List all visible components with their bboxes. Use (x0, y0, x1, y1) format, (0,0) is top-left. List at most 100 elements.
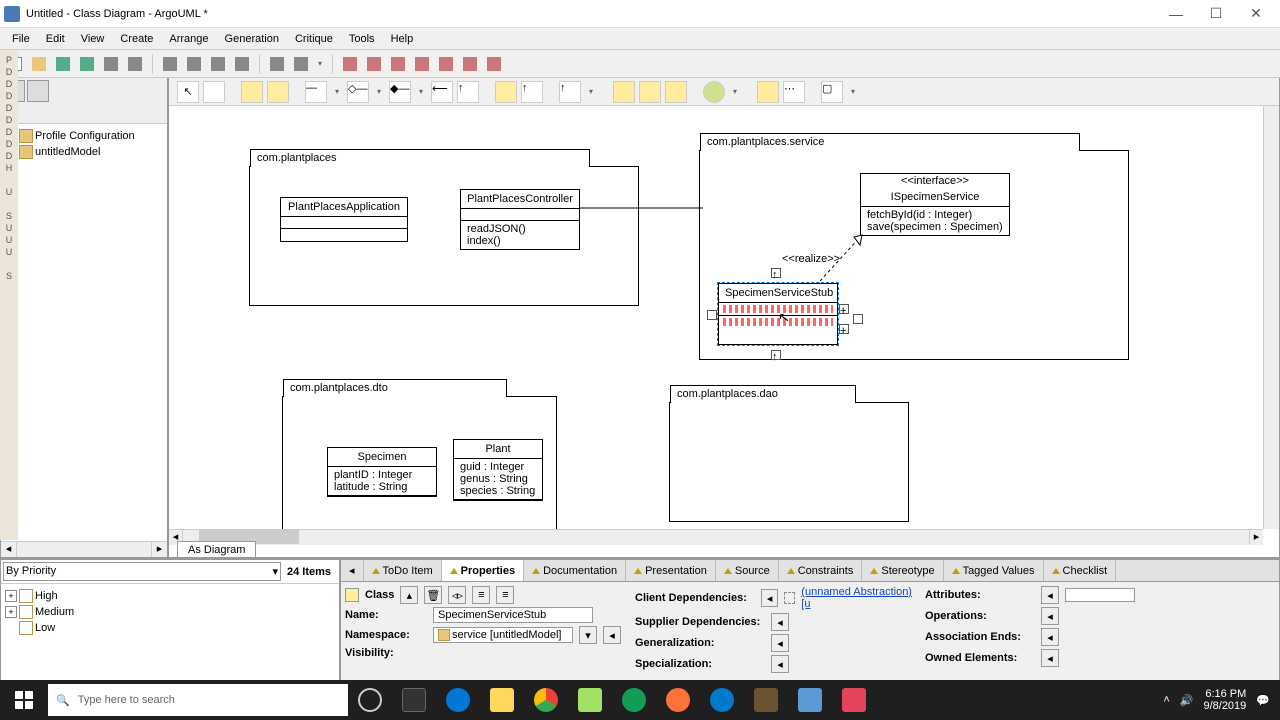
scrollbar-vertical[interactable] (1263, 106, 1279, 529)
app-vscode[interactable] (700, 680, 744, 720)
diagram-deploy-button[interactable] (459, 53, 481, 75)
tray-expand-icon[interactable]: ˄ (1163, 694, 1169, 706)
attr-tool[interactable] (613, 81, 635, 103)
uml-class-plant[interactable]: Plant guid : Integer genus : String spec… (453, 439, 543, 501)
diagram-collab-button[interactable] (435, 53, 457, 75)
rect-tool[interactable]: ▢ (821, 81, 843, 103)
uml-class-specimen[interactable]: Specimen plantID : Integer latitude : St… (327, 447, 437, 497)
resize-handle[interactable] (707, 310, 717, 320)
namespace-drop[interactable]: ▾ (579, 626, 597, 644)
nav-button[interactable]: ◂ (1041, 649, 1059, 667)
tab-stereotype[interactable]: Stereotype (862, 560, 943, 581)
tab-nav-left[interactable]: ◂ (341, 560, 364, 581)
menu-arrange[interactable]: Arrange (161, 31, 216, 47)
name-input[interactable] (433, 607, 593, 623)
client-dep-link[interactable]: (unnamed Abstraction) [u (801, 586, 915, 610)
delete-button[interactable]: 🗑 (424, 586, 442, 604)
nav-button[interactable]: ◂ (1041, 586, 1059, 604)
datatype-tool[interactable] (703, 81, 725, 103)
tree-item-profile[interactable]: + Profile Configuration (5, 128, 163, 144)
nav-button[interactable]: ◂ (1041, 607, 1059, 625)
tab-source[interactable]: Source (716, 560, 779, 581)
zoom-dropdown[interactable] (314, 59, 326, 68)
uml-package-service[interactable]: com.plantplaces.service <<interface>> IS… (699, 150, 1129, 360)
namespace-select[interactable]: service [untitledModel] (433, 627, 573, 643)
app-chrome[interactable] (524, 680, 568, 720)
find-button[interactable] (266, 53, 288, 75)
uml-class-plantplacesapplication[interactable]: PlantPlacesApplication (280, 197, 408, 242)
menu-edit[interactable]: Edit (38, 31, 73, 47)
attr-button[interactable]: ≡ (472, 586, 490, 604)
menu-help[interactable]: Help (383, 31, 422, 47)
op-tool[interactable] (639, 81, 661, 103)
app-recorder[interactable] (832, 680, 876, 720)
aggr-tool[interactable]: ◇— (347, 81, 369, 103)
tab-documentation[interactable]: Documentation (524, 560, 626, 581)
comp-drop[interactable] (415, 87, 427, 96)
rect-drop[interactable] (847, 87, 859, 96)
resize-handle[interactable] (853, 314, 863, 324)
tab-tagged[interactable]: Tagged Values (944, 560, 1044, 581)
scrollbar-horizontal[interactable]: ◂ ▸ (169, 529, 1263, 545)
priority-dropdown[interactable]: By Priority▾ (3, 562, 281, 581)
nav-button[interactable]: ◂ (771, 634, 789, 652)
class-tool[interactable] (267, 81, 289, 103)
nav-button[interactable]: ◂ (1041, 628, 1059, 646)
print-button[interactable] (124, 53, 146, 75)
broom-tool[interactable] (203, 81, 225, 103)
comp-tool[interactable]: ◆— (389, 81, 411, 103)
diagram-canvas[interactable]: com.plantplaces PlantPlacesApplication P… (169, 106, 1263, 529)
app-explorer[interactable] (480, 680, 524, 720)
realize-tool[interactable]: ↑ (521, 81, 543, 103)
priority-medium[interactable]: +Medium (5, 604, 335, 620)
menu-tools[interactable]: Tools (341, 31, 383, 47)
dep-tool[interactable]: ↑ (559, 81, 581, 103)
tab-properties[interactable]: Properties (442, 560, 524, 581)
tree-item-model[interactable]: + untitledModel (5, 144, 163, 160)
cortana-button[interactable] (392, 680, 436, 720)
taskview-button[interactable] (348, 680, 392, 720)
tab-constraints[interactable]: Constraints (779, 560, 863, 581)
add-op-handle[interactable]: + (839, 324, 849, 334)
app-notes[interactable] (568, 680, 612, 720)
maximize-button[interactable]: ☐ (1196, 2, 1236, 26)
tab-presentation[interactable]: Presentation (626, 560, 716, 581)
menu-view[interactable]: View (73, 31, 113, 47)
open-button[interactable] (28, 53, 50, 75)
nav-button[interactable]: ◂ (771, 613, 789, 631)
nav-back-button[interactable] (207, 53, 229, 75)
project-button[interactable] (100, 53, 122, 75)
menu-generation[interactable]: Generation (217, 31, 287, 47)
datatype-drop[interactable] (729, 87, 741, 96)
gen-tool[interactable]: ⟵ (431, 81, 453, 103)
app-hangouts[interactable] (612, 680, 656, 720)
nav-button[interactable]: ◂ (761, 589, 778, 607)
diagram-class-button[interactable] (339, 53, 361, 75)
interface-tool[interactable] (495, 81, 517, 103)
app-sts[interactable] (744, 680, 788, 720)
uml-interface-ispecimenservice[interactable]: <<interface>> ISpecimenService fetchById… (860, 173, 1010, 236)
undo-button[interactable] (159, 53, 181, 75)
perspective-button[interactable]: » (1, 106, 167, 124)
priority-high[interactable]: +High (5, 588, 335, 604)
diagram-seq-button[interactable] (483, 53, 505, 75)
package-tool[interactable] (241, 81, 263, 103)
dep-drop[interactable] (585, 87, 597, 96)
link-tool[interactable]: ⋯ (783, 81, 805, 103)
menu-critique[interactable]: Critique (287, 31, 341, 47)
diagram-tab[interactable]: As Diagram (177, 541, 256, 558)
note-tool[interactable] (757, 81, 779, 103)
menu-create[interactable]: Create (112, 31, 161, 47)
add-attr-handle[interactable]: + (839, 304, 849, 314)
menu-file[interactable]: File (4, 31, 38, 47)
app-firefox[interactable] (656, 680, 700, 720)
attributes-field[interactable] (1065, 588, 1135, 602)
search-box[interactable]: 🔍 Type here to search (48, 684, 348, 716)
aggr-drop[interactable] (373, 87, 385, 96)
assocclass-tool[interactable] (665, 81, 687, 103)
save-as-button[interactable] (76, 53, 98, 75)
assoc-drop[interactable] (331, 87, 343, 96)
app-edge[interactable] (436, 680, 480, 720)
diagram-usecase-button[interactable] (363, 53, 385, 75)
tab-checklist[interactable]: Checklist (1044, 560, 1117, 581)
